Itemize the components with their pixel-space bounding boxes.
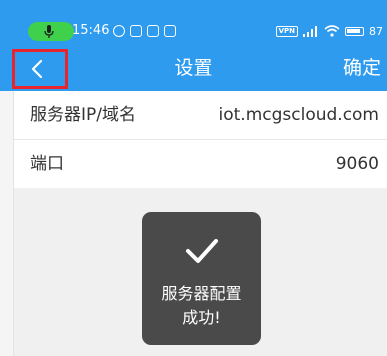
server-address-value[interactable]: iot.mcgscloud.com <box>219 103 380 127</box>
toast-message-line2: 成功! <box>182 308 221 327</box>
wifi-icon <box>324 25 340 37</box>
checkmark-icon <box>186 239 218 263</box>
notification-icons <box>113 25 176 39</box>
app-notification-icon <box>147 25 159 37</box>
app-notification-icon <box>164 25 176 37</box>
status-time: 15:46 <box>72 23 110 38</box>
confirm-button[interactable]: 确定 <box>343 55 381 81</box>
vpn-icon: VPN <box>275 25 298 37</box>
microphone-icon <box>44 25 54 38</box>
battery-level: 87 <box>369 24 383 38</box>
side-panel-edge <box>0 91 14 356</box>
battery-icon <box>345 26 364 36</box>
app-notification-icon <box>130 25 142 37</box>
system-icons: VPN 87 <box>275 22 383 40</box>
port-label: 端口 <box>30 154 64 174</box>
signal-icon <box>303 26 317 37</box>
alarm-icon <box>113 25 125 37</box>
server-address-row[interactable]: 服务器IP/域名 iot.mcgscloud.com <box>14 91 387 140</box>
microphone-indicator <box>28 22 74 41</box>
port-row[interactable]: 端口 9060 <box>14 140 387 188</box>
toast-message: 服务器配置 成功! <box>142 282 261 330</box>
status-bar: 15:46 VPN 87 <box>0 0 387 42</box>
success-toast: 服务器配置 成功! <box>142 212 261 345</box>
toast-message-line1: 服务器配置 <box>161 284 242 303</box>
page-title: 设置 <box>174 57 213 79</box>
port-value[interactable]: 9060 <box>336 152 379 176</box>
server-address-label: 服务器IP/域名 <box>30 105 136 125</box>
